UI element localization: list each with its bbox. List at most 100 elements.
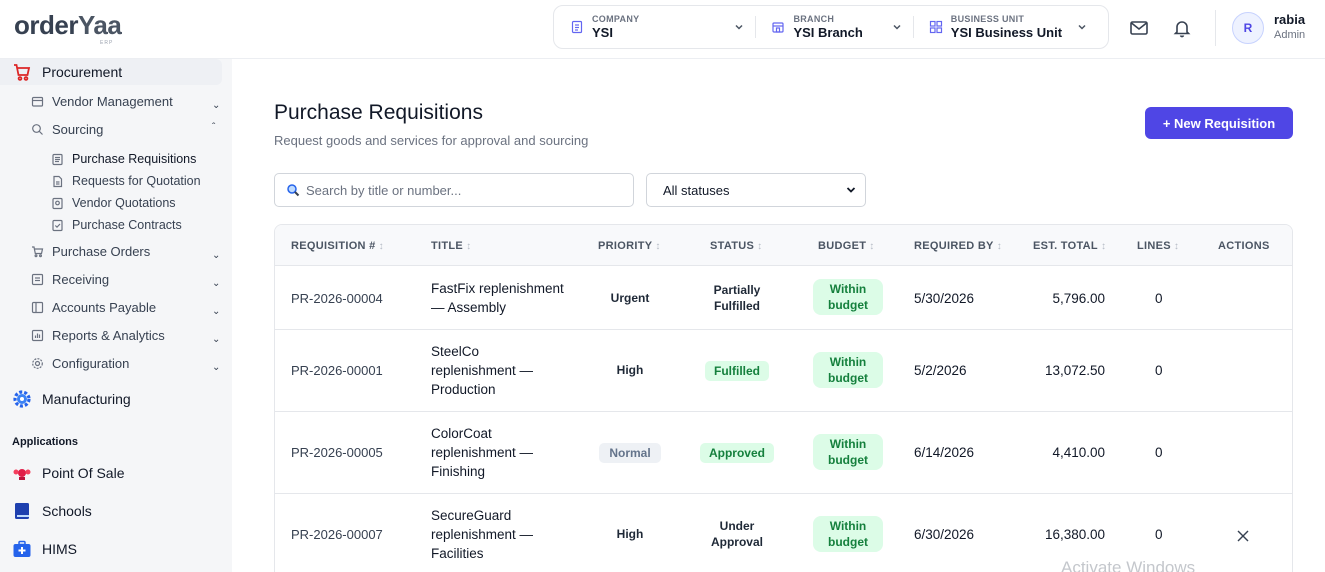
chevron-down-icon[interactable]: ⌄ <box>212 100 220 111</box>
sidebar-item-purchase-requisitions[interactable]: Purchase Requisitions <box>51 152 196 166</box>
requisition-title[interactable]: SteelCo replenishment — Production <box>431 342 551 399</box>
sidebar-item-label: Configuration <box>52 356 130 371</box>
column-header-budget[interactable]: BUDGET ↕ <box>818 240 875 252</box>
sidebar-item-purchase-orders[interactable]: Purchase Orders <box>31 244 150 259</box>
new-requisition-button[interactable]: + New Requisition <box>1145 107 1293 139</box>
logo-text-2: Yaa <box>77 10 122 40</box>
mail-icon[interactable] <box>1128 17 1150 39</box>
table-row[interactable]: PR-2026-00001 SteelCo replenishment — Pr… <box>275 330 1292 412</box>
chevron-down-icon[interactable]: ⌄ <box>212 334 220 345</box>
sidebar-item-requests-for-quotation[interactable]: Requests for Quotation <box>51 174 201 188</box>
column-header-est-total[interactable]: EST. TOTAL ↕ <box>1033 240 1106 252</box>
sidebar-item-reports-analytics[interactable]: Reports & Analytics <box>31 328 165 343</box>
column-header-required-by[interactable]: REQUIRED BY ↕ <box>914 240 1002 252</box>
store-icon <box>771 20 785 34</box>
priority-label: High <box>616 527 644 541</box>
user-name[interactable]: rabia <box>1274 12 1305 27</box>
inbox-icon <box>31 273 44 286</box>
avatar[interactable]: R <box>1232 12 1264 44</box>
requisition-number[interactable]: PR-2026-00007 <box>291 527 383 542</box>
requisition-title[interactable]: FastFix replenishment — Assembly <box>431 279 581 317</box>
line-count: 0 <box>1155 445 1163 460</box>
column-header-label: EST. TOTAL <box>1033 240 1098 252</box>
cog-icon <box>12 389 32 409</box>
column-header-status[interactable]: STATUS ↕ <box>710 240 762 252</box>
column-header-lines[interactable]: LINES ↕ <box>1137 240 1179 252</box>
status-filter-select[interactable]: All statuses <box>646 173 866 207</box>
required-by-date: 6/30/2026 <box>914 527 975 542</box>
sidebar-item-configuration[interactable]: Configuration <box>31 356 129 371</box>
status-filter-value: All statuses <box>663 182 730 198</box>
sidebar-item-label: Point Of Sale <box>42 465 125 481</box>
requisition-number[interactable]: PR-2026-00005 <box>291 445 383 460</box>
business-unit-select[interactable]: BUSINESS UNIT YSI Business Unit <box>912 6 1098 48</box>
line-count: 0 <box>1155 527 1163 542</box>
budget-badge: Within budget <box>813 434 883 470</box>
sidebar-item-manufacturing[interactable]: Manufacturing <box>12 389 131 409</box>
chevron-up-icon[interactable]: ˆ <box>212 122 215 133</box>
column-header-title[interactable]: TITLE ↕ <box>431 240 471 252</box>
requisition-title[interactable]: SecureGuard replenishment — Facilities <box>431 506 551 563</box>
column-header-label: REQUIRED BY <box>914 240 994 252</box>
sidebar-item-purchase-contracts[interactable]: Purchase Contracts <box>51 218 182 232</box>
requisition-number[interactable]: PR-2026-00001 <box>291 363 383 378</box>
column-header-label: BUDGET <box>818 240 867 252</box>
sort-icon: ↕ <box>1100 241 1107 252</box>
sidebar-item-label: Sourcing <box>52 122 104 137</box>
sidebar-item-label: Vendor Management <box>52 94 173 109</box>
close-icon[interactable] <box>1235 528 1251 544</box>
business-unit-label: BUSINESS UNIT <box>950 14 1025 24</box>
search-input[interactable] <box>306 182 606 198</box>
image-file-icon <box>51 197 64 210</box>
priority-label: Urgent <box>610 291 650 305</box>
line-count: 0 <box>1155 363 1163 378</box>
sidebar-item-vendor-management[interactable]: Vendor Management <box>31 94 173 109</box>
sidebar-item-label: Vendor Quotations <box>72 196 176 210</box>
branch-select[interactable]: BRANCH YSI Branch <box>755 6 912 48</box>
sidebar-item-label: Purchase Requisitions <box>72 152 197 166</box>
chevron-down-icon[interactable]: ⌄ <box>212 306 220 317</box>
chevron-down-icon[interactable]: ⌄ <box>212 278 220 289</box>
sidebar: Procurement Vendor Management ⌄ Sourcing… <box>0 59 232 572</box>
sidebar-item-sourcing[interactable]: Sourcing <box>31 122 103 137</box>
sidebar-item-label: HIMS <box>42 541 77 557</box>
bell-icon[interactable] <box>1171 17 1193 39</box>
table-row[interactable]: PR-2026-00004 FastFix replenishment — As… <box>275 266 1292 330</box>
table-row[interactable]: PR-2026-00005 ColorCoat replenishment — … <box>275 412 1292 494</box>
column-header-label: REQUISITION # <box>291 240 376 252</box>
sidebar-item-label: Requests for Quotation <box>72 174 201 188</box>
chevron-down-icon[interactable]: ⌄ <box>212 362 220 373</box>
sidebar-item-schools[interactable]: Schools <box>12 501 92 521</box>
estimated-total: 13,072.50 <box>1044 363 1105 378</box>
sidebar-item-procurement[interactable]: Procurement <box>12 62 122 82</box>
column-header-label: STATUS <box>710 240 755 252</box>
requisition-title[interactable]: ColorCoat replenishment — Finishing <box>431 424 551 481</box>
sidebar-item-accounts-payable[interactable]: Accounts Payable <box>31 300 156 315</box>
sort-icon: ↕ <box>378 241 384 252</box>
chevron-down-icon <box>891 21 903 33</box>
sidebar-item-vendor-quotations[interactable]: Vendor Quotations <box>51 196 176 210</box>
estimated-total: 16,380.00 <box>1044 527 1105 542</box>
company-select[interactable]: COMPANY YSI <box>554 6 755 48</box>
logo[interactable]: orderYaa ERP <box>14 10 122 46</box>
sort-icon: ↕ <box>466 241 472 252</box>
sidebar-item-hims[interactable]: HIMS <box>12 539 77 559</box>
column-header-priority[interactable]: PRIORITY ↕ <box>598 240 661 252</box>
sidebar-item-label: Procurement <box>42 64 123 80</box>
logo-tagline: ERP <box>100 40 114 46</box>
book-icon <box>12 501 32 521</box>
required-by-date: 5/2/2026 <box>914 363 967 378</box>
sidebar-item-point-of-sale[interactable]: Point Of Sale <box>12 463 125 483</box>
sidebar-item-receiving[interactable]: Receiving <box>31 272 109 287</box>
chevron-down-icon[interactable]: ⌄ <box>212 250 220 261</box>
company-label: COMPANY <box>592 14 640 24</box>
document-icon <box>570 20 584 34</box>
check-file-icon <box>51 219 64 232</box>
priority-badge: Normal <box>599 443 661 463</box>
column-header-requisition[interactable]: REQUISITION # ↕ <box>291 240 384 252</box>
column-header-label: PRIORITY <box>598 240 653 252</box>
requisition-number[interactable]: PR-2026-00004 <box>291 291 383 306</box>
branch-value: YSI Branch <box>793 25 863 40</box>
required-by-date: 5/30/2026 <box>914 291 975 306</box>
search-icon <box>286 183 300 197</box>
